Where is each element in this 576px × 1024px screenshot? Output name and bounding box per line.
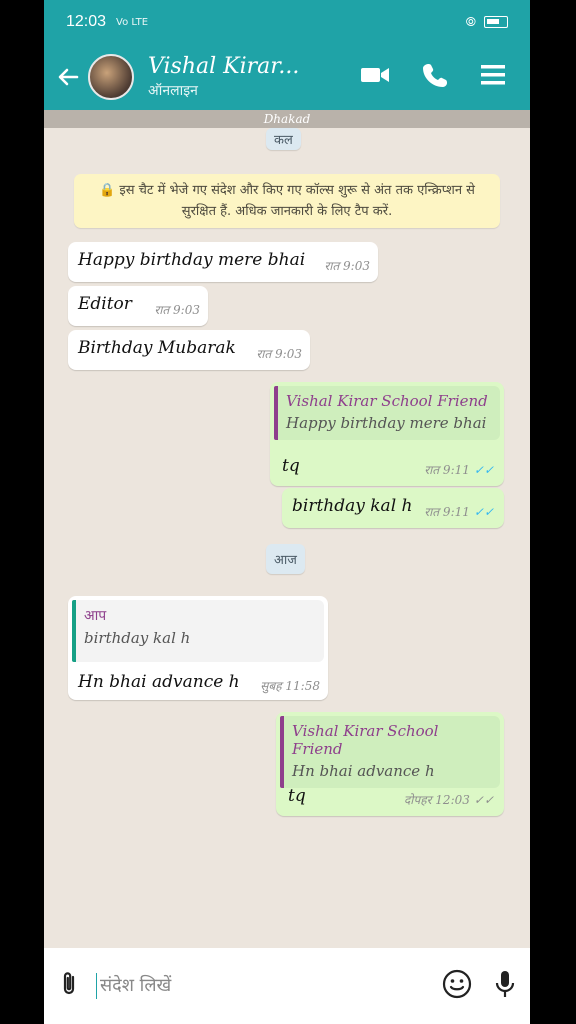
date-separator-yesterday: कल xyxy=(266,128,301,150)
encryption-notice[interactable]: 🔒 इस चैट में भेजे गए संदेश और किए गए कॉल… xyxy=(74,174,500,228)
battery-icon xyxy=(484,16,508,28)
message-input[interactable]: संदेश लिखें xyxy=(96,973,171,999)
read-receipt-icon: ✓✓ xyxy=(473,463,494,477)
message-bubble-incoming[interactable]: Editor रात 9:03 xyxy=(68,286,208,326)
hotspot-icon: ⦾ xyxy=(465,14,476,30)
message-time: दोपहर 12:03 xyxy=(403,793,470,807)
message-text: Editor xyxy=(78,294,132,314)
message-list[interactable]: Dhakad कल 🔒 इस चैट में भेजे गए संदेश और … xyxy=(44,110,530,948)
contact-info[interactable]: Vishal Kirar... ऑनलाइन xyxy=(148,54,299,100)
video-call-icon[interactable] xyxy=(360,64,390,90)
quoted-sender: Vishal Kirar School Friend xyxy=(286,392,488,410)
quoted-text: Hn bhai advance h xyxy=(292,762,435,780)
group-banner: Dhakad xyxy=(44,110,530,128)
message-bubble-outgoing[interactable]: Vishal Kirar School Friend Happy birthda… xyxy=(270,382,504,486)
date-separator-today: आज xyxy=(266,544,305,574)
message-time: रात 9:03 xyxy=(324,259,370,273)
message-text: tq xyxy=(282,456,300,476)
message-text: Hn bhai advance h xyxy=(78,672,240,692)
message-bubble-outgoing[interactable]: birthday kal h रात 9:11 ✓✓ xyxy=(282,488,504,528)
message-time: रात 9:11 xyxy=(424,463,470,477)
emoji-icon[interactable] xyxy=(442,969,472,1003)
message-text: tq xyxy=(288,786,306,806)
quoted-message[interactable]: आप birthday kal h xyxy=(72,600,324,662)
chat-header: Vishal Kirar... ऑनलाइन xyxy=(44,44,530,110)
attachment-icon[interactable] xyxy=(58,970,80,1002)
lock-icon: 🔒 xyxy=(99,183,120,198)
menu-icon[interactable] xyxy=(480,62,506,92)
message-bubble-incoming[interactable]: Happy birthday mere bhai रात 9:03 xyxy=(68,242,378,282)
quoted-message[interactable]: Vishal Kirar School Friend Hn bhai advan… xyxy=(280,716,500,788)
quoted-message[interactable]: Vishal Kirar School Friend Happy birthda… xyxy=(274,386,500,440)
message-meta: रात 9:11 ✓✓ xyxy=(424,503,494,520)
message-text: Birthday Mubarak xyxy=(78,338,236,358)
status-bar: 12:03 Vo LTE ⦾ xyxy=(44,0,530,44)
read-receipt-icon: ✓✓ xyxy=(473,505,494,519)
quoted-text: Happy birthday mere bhai xyxy=(286,414,487,432)
microphone-icon[interactable] xyxy=(494,969,516,1003)
message-time: सुबह 11:58 xyxy=(260,679,320,693)
encryption-notice-text: इस चैट में भेजे गए संदेश और किए गए कॉल्स… xyxy=(119,183,475,219)
status-time: 12:03 xyxy=(66,13,107,30)
avatar[interactable] xyxy=(88,54,134,100)
message-text: Happy birthday mere bhai xyxy=(78,250,306,270)
message-meta: रात 9:11 ✓✓ xyxy=(424,461,494,478)
contact-name: Vishal Kirar... xyxy=(148,54,300,79)
message-bubble-outgoing[interactable]: Vishal Kirar School Friend Hn bhai advan… xyxy=(276,712,504,816)
banner-text: Dhakad xyxy=(263,112,311,126)
message-time: रात 9:03 xyxy=(256,347,302,361)
message-text: birthday kal h xyxy=(292,496,413,516)
back-arrow-icon[interactable] xyxy=(48,57,88,97)
message-bubble-incoming[interactable]: आप birthday kal h Hn bhai advance h सुबह… xyxy=(68,596,328,700)
message-time: रात 9:03 xyxy=(154,303,200,317)
delivered-receipt-icon: ✓✓ xyxy=(473,793,494,807)
message-meta: दोपहर 12:03 ✓✓ xyxy=(404,791,494,808)
message-bubble-incoming[interactable]: Birthday Mubarak रात 9:03 xyxy=(68,330,310,370)
quoted-sender: आप xyxy=(84,608,107,624)
quoted-sender: Vishal Kirar School Friend xyxy=(292,722,439,758)
chat-screen: 12:03 Vo LTE ⦾ Vishal Kirar... ऑनलाइन Dh… xyxy=(44,0,530,1024)
message-composer: संदेश लिखें xyxy=(44,948,530,1024)
phone-icon[interactable] xyxy=(422,62,448,92)
contact-status: ऑनलाइन xyxy=(148,83,198,99)
quoted-text: birthday kal h xyxy=(84,629,191,647)
message-time: रात 9:11 xyxy=(424,505,470,519)
network-indicator: Vo LTE xyxy=(116,16,149,28)
